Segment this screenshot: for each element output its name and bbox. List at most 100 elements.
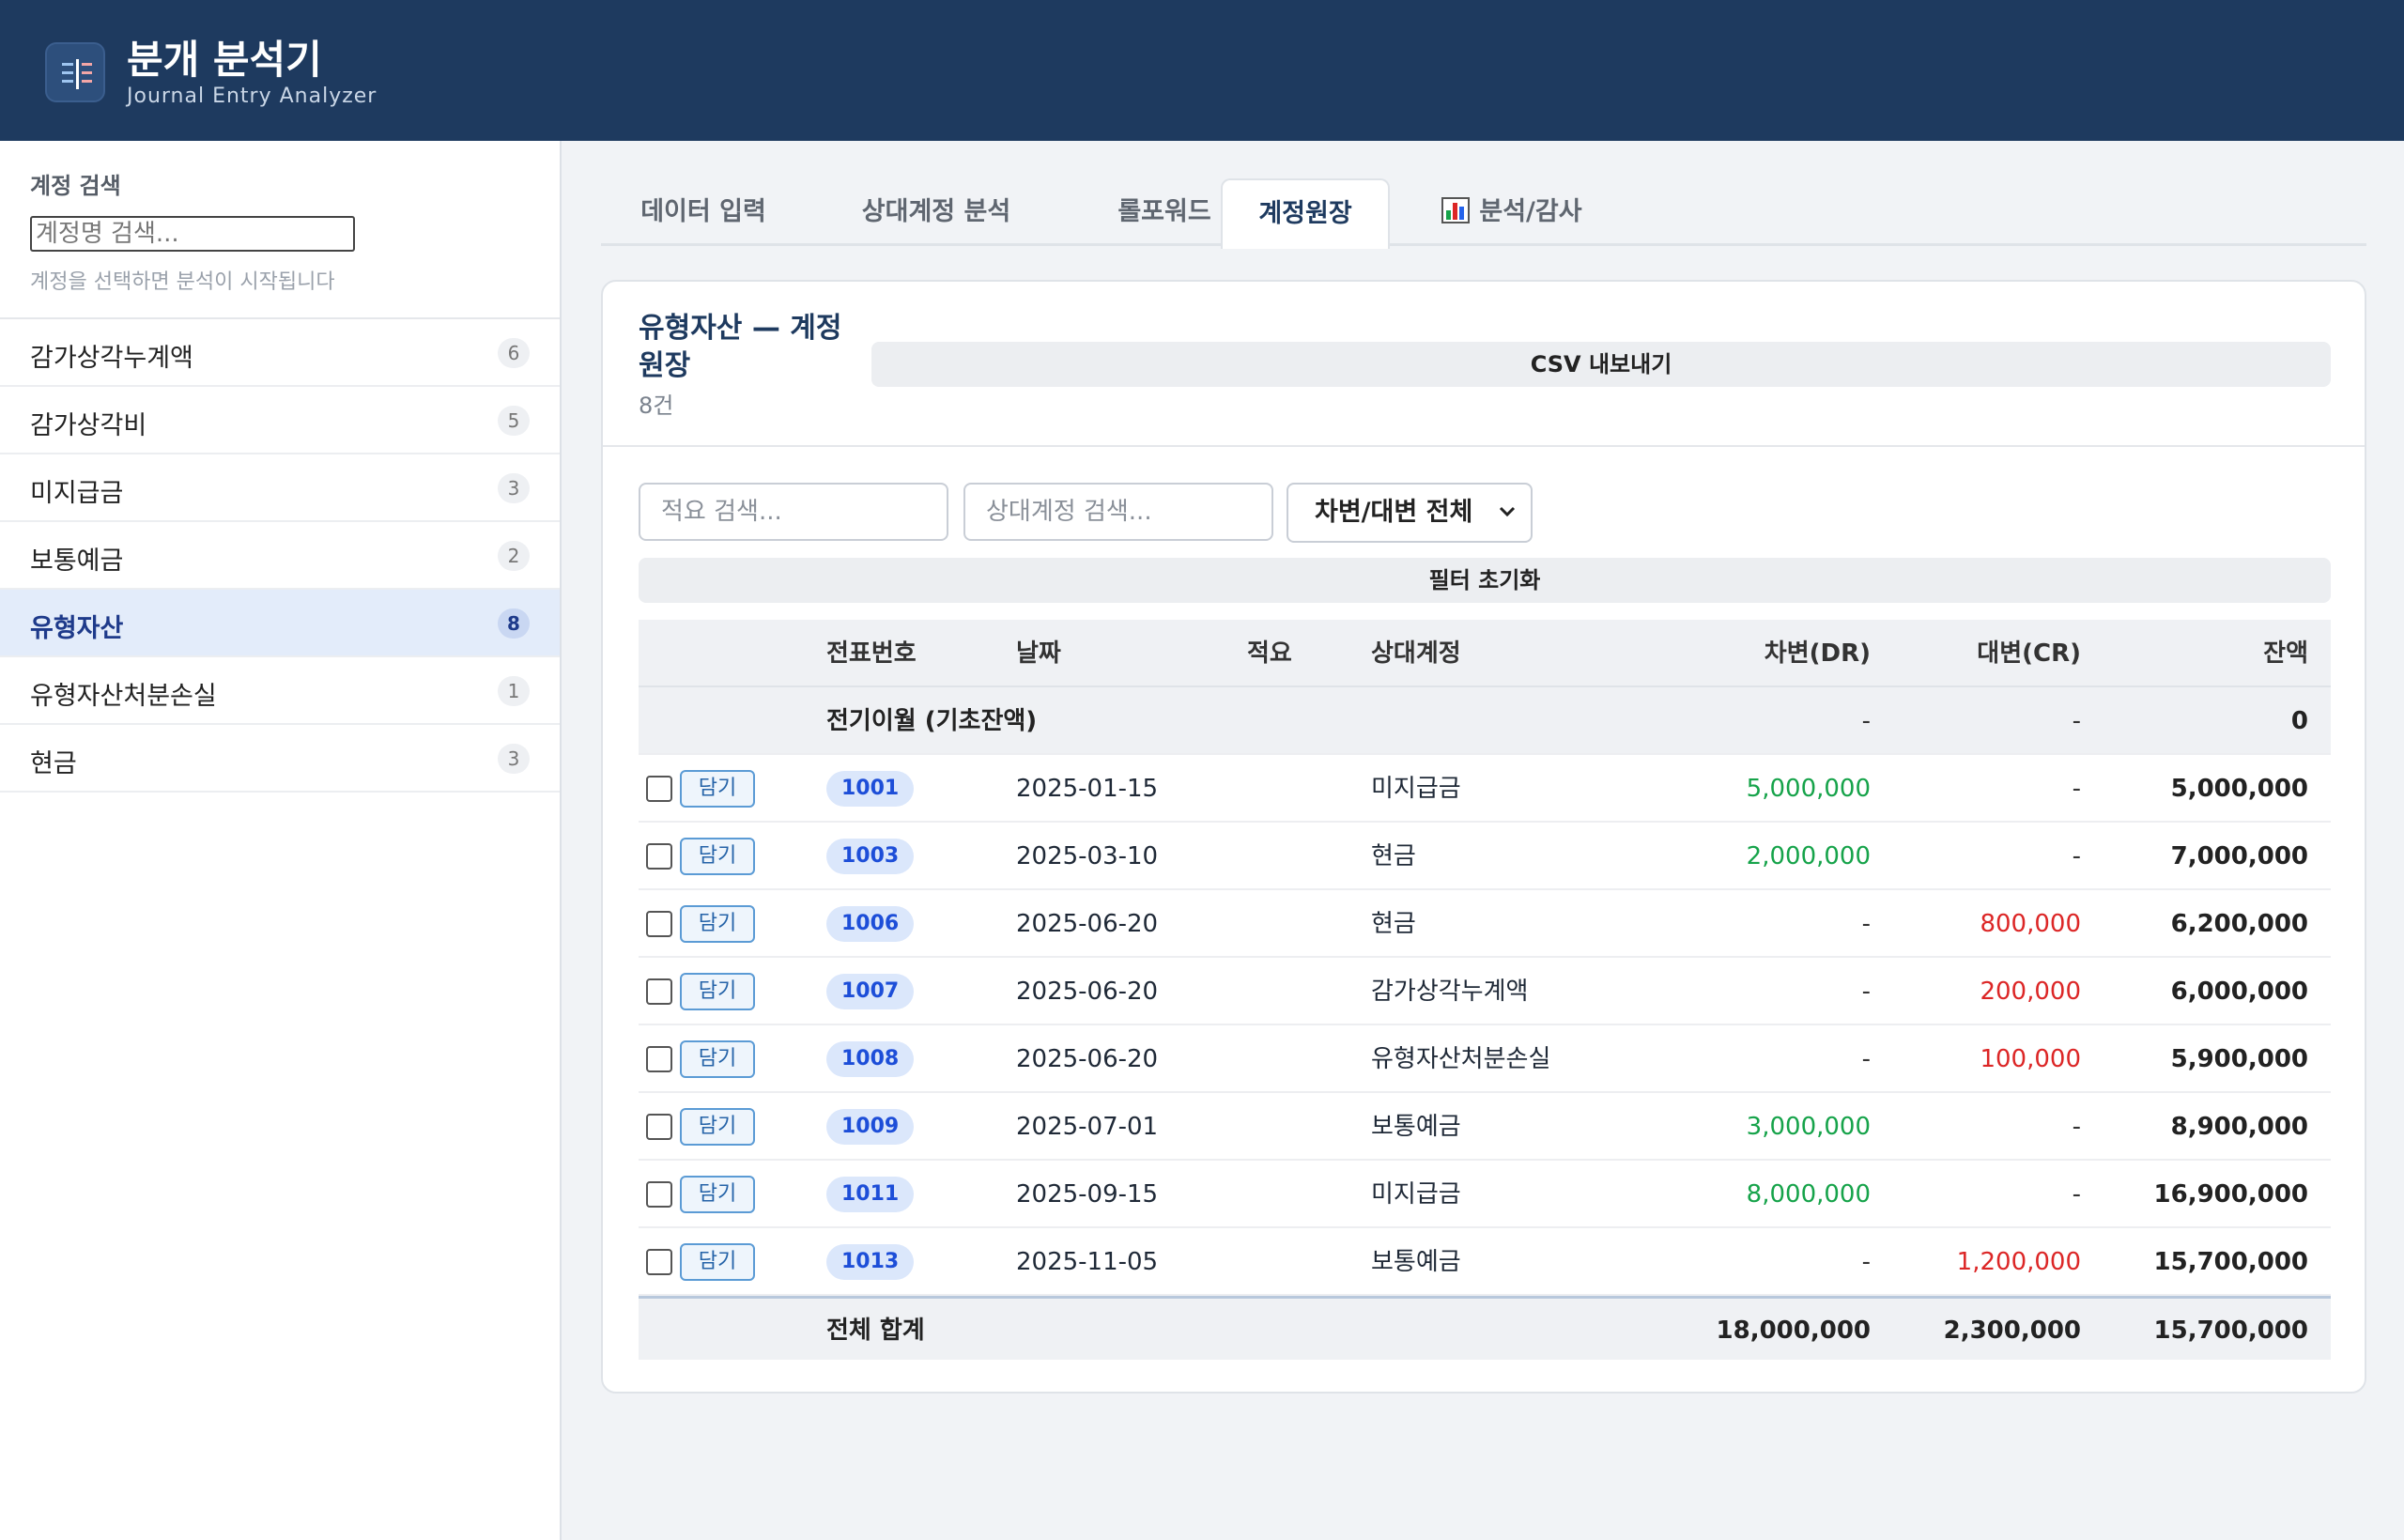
csv-export-button[interactable]: CSV 내보내기 (871, 342, 2331, 387)
account-item[interactable]: 감가상각비 5 (0, 387, 560, 454)
row-checkbox[interactable] (646, 1249, 672, 1275)
ledger-row: 담기 1001 2025-01-15 미지급금 5,000,000 - 5,000,000 (639, 755, 2331, 823)
col-credit: 대변(CR) (1977, 639, 2081, 668)
col-debit: 차변(DR) (1764, 639, 1871, 668)
tab-account-ledger[interactable]: 계정원장 (1221, 178, 1390, 249)
add-to-basket-button[interactable]: 담기 (680, 973, 755, 1010)
add-to-basket-button[interactable]: 담기 (680, 1040, 755, 1078)
ledger-row: 담기 1013 2025-11-05 보통예금 - 1,200,000 15,700,000 (639, 1228, 2331, 1296)
ledger-table: 전표번호 날짜 적요 상대계정 차변(DR) 대변(CR) 잔액 전기이월 (기… (639, 620, 2331, 1360)
row-checkbox[interactable] (646, 776, 672, 802)
row-counterpart: 현금 (1371, 842, 1416, 870)
add-to-basket-button[interactable]: 담기 (680, 905, 755, 943)
row-debit: - (1861, 1045, 1871, 1073)
opening-debit: - (1861, 707, 1871, 735)
account-search-input[interactable] (30, 216, 355, 252)
account-item[interactable]: 현금 3 (0, 725, 560, 793)
voucher-badge[interactable]: 1013 (826, 1244, 915, 1280)
account-item-label: 감가상각누계액 (30, 344, 193, 373)
tab-analysis-audit[interactable]: 분석/감사 (1418, 178, 1606, 246)
add-to-basket-button[interactable]: 담기 (680, 838, 755, 875)
col-date: 날짜 (1016, 639, 1061, 668)
row-checkbox[interactable] (646, 911, 672, 937)
ledger-card: 유형자산 — 계정원장 8건 CSV 내보내기 차변/대변 전체 필터 초기화 … (601, 280, 2366, 1394)
row-debit: - (1861, 978, 1871, 1006)
tab-counterpart-analysis[interactable]: 상대계정 분석 (819, 178, 1054, 246)
voucher-badge[interactable]: 1008 (826, 1041, 915, 1077)
voucher-badge[interactable]: 1009 (826, 1109, 915, 1145)
row-checkbox[interactable] (646, 1114, 672, 1140)
row-counterpart: 미지급금 (1371, 775, 1461, 803)
ledger-count: 8건 (639, 393, 674, 419)
account-item[interactable]: 미지급금 3 (0, 454, 560, 522)
total-label: 전체 합계 (826, 1317, 925, 1345)
row-counterpart: 유형자산처분손실 (1371, 1045, 1551, 1073)
total-balance: 15,700,000 (2153, 1317, 2308, 1345)
ledger-row: 담기 1009 2025-07-01 보통예금 3,000,000 - 8,900,000 (639, 1093, 2331, 1161)
row-counterpart: 보통예금 (1371, 1248, 1461, 1276)
row-checkbox[interactable] (646, 1181, 672, 1208)
app-logo-icon (45, 42, 105, 102)
account-item-count: 2 (498, 541, 530, 571)
sidebar-search-section: 계정 검색 계정을 선택하면 분석이 시작됩니다 (0, 141, 560, 319)
row-counterpart: 감가상각누계액 (1371, 978, 1529, 1006)
row-date: 2025-03-10 (1016, 842, 1159, 870)
row-balance: 5,900,000 (2170, 1045, 2308, 1073)
row-credit: 1,200,000 (1956, 1248, 2081, 1276)
ledger-row: 담기 1011 2025-09-15 미지급금 8,000,000 - 16,900,000 (639, 1161, 2331, 1228)
account-item[interactable]: 감가상각누계액 6 (0, 319, 560, 387)
side-filter-select[interactable]: 차변/대변 전체 (1287, 483, 1533, 543)
row-balance: 8,900,000 (2170, 1113, 2308, 1141)
row-balance: 6,000,000 (2170, 978, 2308, 1006)
row-date: 2025-07-01 (1016, 1113, 1159, 1141)
counterpart-search-input[interactable] (963, 483, 1273, 541)
row-credit: 100,000 (1980, 1045, 2081, 1073)
row-checkbox[interactable] (646, 1046, 672, 1072)
row-debit: 8,000,000 (1746, 1180, 1871, 1209)
row-credit: - (2072, 775, 2081, 803)
account-item[interactable]: 보통예금 2 (0, 522, 560, 590)
reset-filter-button[interactable]: 필터 초기화 (639, 558, 2331, 603)
card-divider (603, 445, 2365, 447)
col-memo: 적요 (1247, 639, 1292, 668)
account-item-active[interactable]: 유형자산 8 (0, 590, 560, 657)
voucher-badge[interactable]: 1007 (826, 974, 915, 1009)
voucher-badge[interactable]: 1001 (826, 771, 915, 807)
row-counterpart: 보통예금 (1371, 1113, 1461, 1141)
row-checkbox[interactable] (646, 978, 672, 1005)
tab-data-input[interactable]: 데이터 입력 (601, 178, 806, 246)
row-credit: 200,000 (1980, 978, 2081, 1006)
voucher-badge[interactable]: 1011 (826, 1177, 915, 1212)
row-balance: 5,000,000 (2170, 775, 2308, 803)
opening-balance: 0 (2290, 707, 2308, 735)
ledger-title: 유형자산 — 계정원장 (639, 312, 842, 382)
account-item-label: 미지급금 (30, 479, 124, 508)
total-credit: 2,300,000 (1943, 1317, 2081, 1345)
memo-search-input[interactable] (639, 483, 948, 541)
account-item-label: 보통예금 (30, 547, 124, 576)
ledger-header-row: 전표번호 날짜 적요 상대계정 차변(DR) 대변(CR) 잔액 (639, 620, 2331, 687)
add-to-basket-button[interactable]: 담기 (680, 1176, 755, 1213)
opening-balance-row: 전기이월 (기초잔액) - - 0 (639, 687, 2331, 755)
account-list: 감가상각누계액 6 감가상각비 5 미지급금 3 보통예금 2 유형자산 8 유… (0, 319, 560, 793)
add-to-basket-button[interactable]: 담기 (680, 770, 755, 808)
account-item[interactable]: 유형자산처분손실 1 (0, 657, 560, 725)
ledger-row: 담기 1008 2025-06-20 유형자산처분손실 - 100,000 5,900,00… (639, 1025, 2331, 1093)
row-date: 2025-01-15 (1016, 775, 1159, 803)
ledger-row: 담기 1003 2025-03-10 현금 2,000,000 - 7,000,000 (639, 823, 2331, 890)
add-to-basket-button[interactable]: 담기 (680, 1243, 755, 1281)
tab-analysis-audit-label: 분석/감사 (1479, 197, 1582, 226)
row-balance: 6,200,000 (2170, 910, 2308, 938)
bar-chart-icon (1441, 197, 1471, 223)
opening-credit: - (2072, 707, 2081, 735)
account-item-label: 유형자산처분손실 (30, 682, 217, 711)
account-search-hint: 계정을 선택하면 분석이 시작됩니다 (30, 270, 335, 294)
row-checkbox[interactable] (646, 843, 672, 870)
app-title: 분개 분석기 (127, 37, 322, 83)
voucher-badge[interactable]: 1003 (826, 839, 915, 874)
voucher-badge[interactable]: 1006 (826, 906, 915, 942)
row-date: 2025-06-20 (1016, 978, 1159, 1006)
col-voucher: 전표번호 (826, 639, 917, 668)
add-to-basket-button[interactable]: 담기 (680, 1108, 755, 1146)
sidebar: 계정 검색 계정을 선택하면 분석이 시작됩니다 감가상각누계액 6 감가상각비… (0, 141, 562, 1540)
